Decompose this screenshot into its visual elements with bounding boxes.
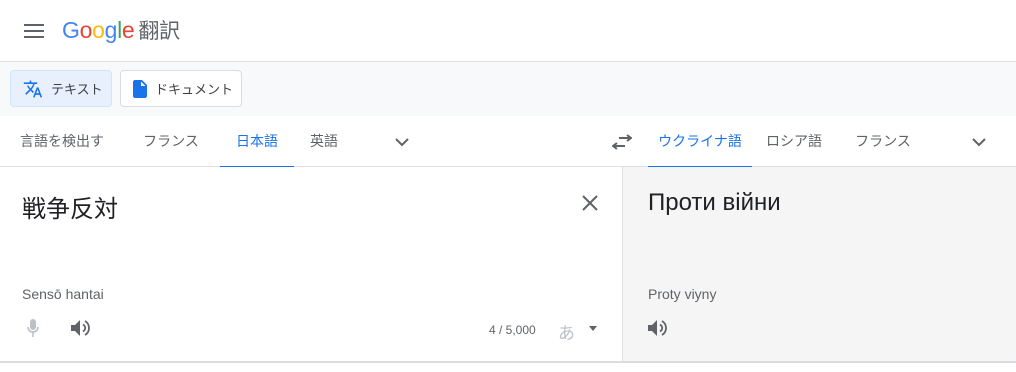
source-panel: 戦争反対 Sensō hantai 4 / 5,000 あ bbox=[0, 167, 622, 361]
character-count: 4 / 5,000 bbox=[489, 323, 536, 337]
documents-mode-button[interactable]: ドキュメント bbox=[120, 70, 242, 107]
target-lang-tab-french[interactable]: フランス語 bbox=[850, 116, 916, 200]
microphone-icon bbox=[27, 319, 39, 337]
language-bar: 言語を検出する フランス語 日本語 英語 ウクライナ語 ロシア語 フランス語 bbox=[0, 116, 1016, 200]
source-lang-tab-english[interactable]: 英語 bbox=[306, 116, 342, 167]
logo-letter: o bbox=[79, 17, 93, 43]
google-wordmark: Google bbox=[62, 17, 135, 43]
source-text-input[interactable]: 戦争反対 bbox=[22, 189, 118, 224]
hamburger-menu-icon bbox=[24, 24, 44, 38]
voice-input-button[interactable] bbox=[20, 315, 46, 341]
target-panel: Проти війни Proty viyny bbox=[622, 167, 1016, 361]
speaker-icon bbox=[71, 320, 90, 336]
chevron-down-icon bbox=[395, 137, 409, 146]
google-translate-logo[interactable]: Google 翻訳 bbox=[62, 15, 180, 45]
product-name: 翻訳 bbox=[138, 20, 180, 43]
clear-source-button[interactable] bbox=[576, 189, 604, 217]
app-header: Google 翻訳 bbox=[0, 0, 1016, 62]
swap-arrows-icon bbox=[612, 134, 632, 150]
detect-language-tab[interactable]: 言語を検出する bbox=[14, 116, 110, 200]
target-more-languages-button[interactable] bbox=[965, 128, 993, 156]
source-romanization: Sensō hantai bbox=[22, 286, 104, 302]
target-lang-tab-russian[interactable]: ロシア語 bbox=[766, 116, 822, 167]
input-tools-button[interactable]: あ bbox=[558, 319, 575, 344]
input-tools-dropdown[interactable] bbox=[586, 321, 600, 335]
ime-label: あ bbox=[558, 324, 575, 344]
target-transliteration: Proty viyny bbox=[648, 286, 717, 302]
target-lang-tab-ukrainian[interactable]: ウクライナ語 bbox=[648, 116, 752, 168]
document-icon bbox=[133, 79, 147, 98]
text-mode-button[interactable]: テキスト bbox=[10, 70, 112, 107]
source-lang-tab-japanese[interactable]: 日本語 bbox=[220, 116, 294, 168]
logo-letter: e bbox=[121, 17, 135, 43]
logo-letter: g bbox=[104, 17, 118, 43]
panel-bottom-border bbox=[0, 361, 1016, 363]
speaker-icon bbox=[648, 320, 667, 336]
chevron-down-icon bbox=[972, 137, 986, 146]
close-icon bbox=[582, 195, 598, 211]
logo-letter: G bbox=[62, 17, 80, 43]
swap-languages-button[interactable] bbox=[606, 126, 638, 158]
logo-letter: o bbox=[92, 17, 105, 43]
translate-icon bbox=[23, 79, 43, 99]
text-mode-label: テキスト bbox=[51, 82, 103, 97]
documents-mode-label: ドキュメント bbox=[155, 82, 234, 97]
main-menu-button[interactable] bbox=[14, 11, 54, 51]
source-more-languages-button[interactable] bbox=[388, 128, 416, 156]
source-lang-tab-french[interactable]: フランス語 bbox=[138, 116, 204, 200]
translation-output: Проти війни bbox=[648, 189, 781, 216]
caret-down-icon bbox=[589, 325, 597, 331]
listen-source-button[interactable] bbox=[68, 315, 94, 341]
mode-toolbar: テキスト ドキュメント bbox=[0, 62, 1016, 116]
listen-translation-button[interactable] bbox=[645, 315, 671, 341]
